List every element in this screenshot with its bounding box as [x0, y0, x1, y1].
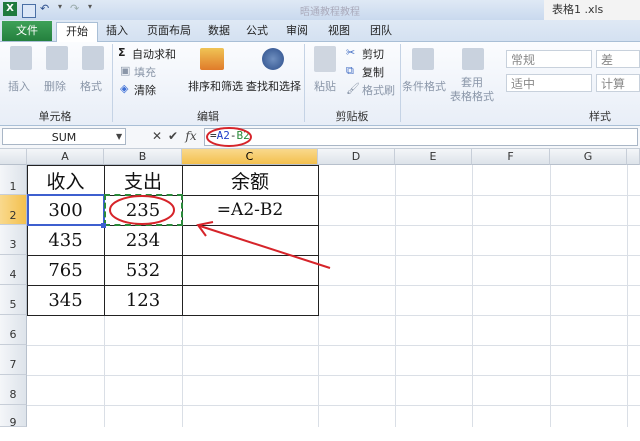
- annotation-overlay: [109, 127, 331, 269]
- cell-circle-annotation: [109, 195, 175, 225]
- arrow-line-annotation: [199, 225, 331, 269]
- formula-circle-annotation: [206, 127, 252, 147]
